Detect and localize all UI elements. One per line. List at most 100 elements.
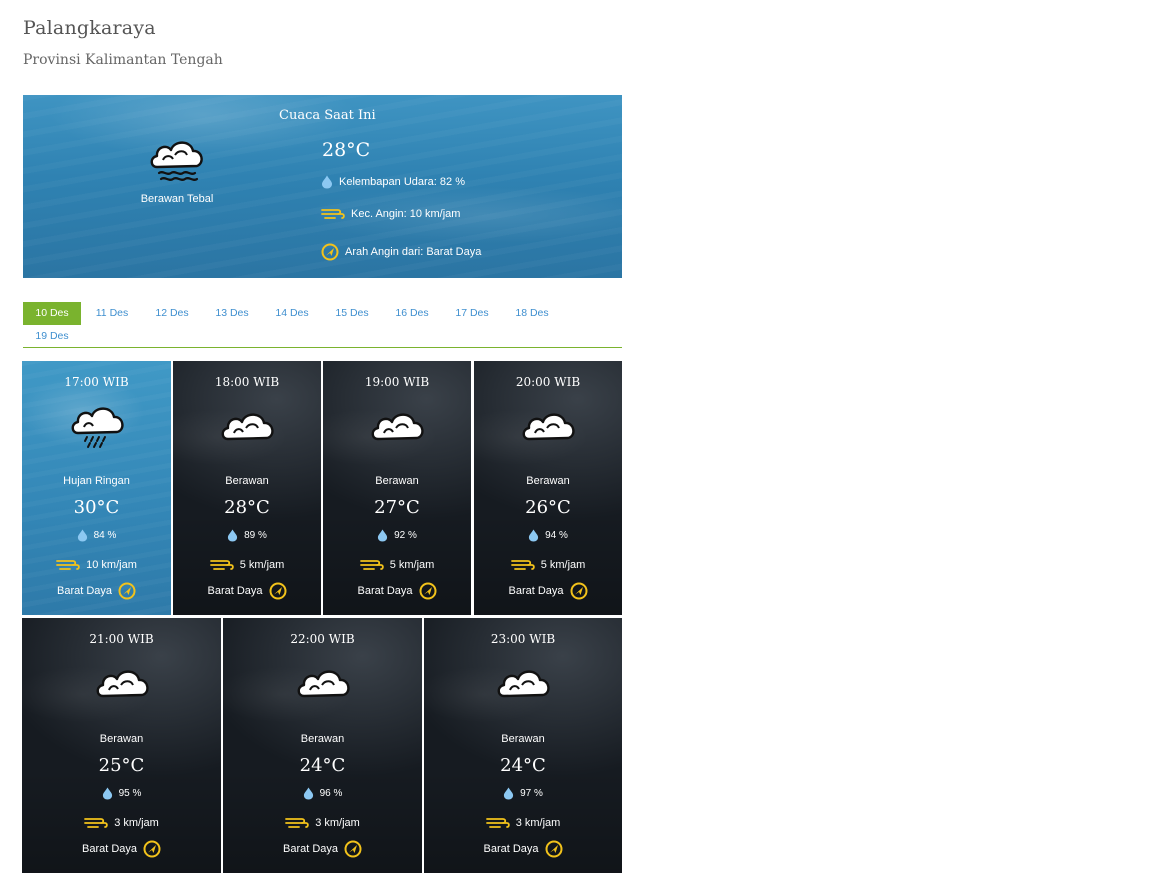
forecast-direction: Barat Daya	[173, 582, 321, 600]
forecast-direction: Barat Daya	[22, 582, 171, 600]
water-drop-icon	[322, 175, 332, 189]
forecast-direction-value: Barat Daya	[81, 843, 138, 855]
forecast-condition: Berawan	[300, 733, 345, 745]
compass-arrow-icon	[545, 840, 563, 858]
forecast-card[interactable]: 19:00 WIB Berawan 27°C 92 % 5 km/jam Bar…	[323, 361, 471, 615]
cloud-icon	[497, 670, 550, 698]
tab-11-des[interactable]: 11 Des	[83, 302, 141, 325]
forecast-time: 21:00 WIB	[89, 632, 154, 646]
forecast-condition: Hujan Ringan	[63, 475, 130, 487]
forecast-wind: 10 km/jam	[22, 559, 171, 571]
wind-icon	[510, 560, 535, 570]
wind-icon	[56, 560, 80, 570]
forecast-time: 22:00 WIB	[290, 632, 355, 646]
cloud-icon	[297, 670, 350, 698]
cloud-icon	[371, 413, 424, 441]
tab-underline	[23, 347, 622, 348]
forecast-humidity: 95 %	[22, 787, 221, 800]
forecast-time: 18:00 WIB	[214, 375, 280, 389]
current-weather-panel: Cuaca Saat Ini Berawan Tebal 28°C Kelemb…	[23, 95, 622, 278]
wind-icon	[285, 818, 309, 828]
forecast-humidity: 97 %	[424, 787, 622, 800]
forecast-wind-value: 5 km/jam	[239, 559, 285, 571]
tab-14-des[interactable]: 14 Des	[263, 302, 321, 325]
forecast-card[interactable]: 23:00 WIB Berawan 24°C 97 % 3 km/jam Bar…	[424, 618, 622, 873]
forecast-temperature: 26°C	[525, 497, 571, 518]
compass-arrow-icon	[118, 582, 136, 600]
forecast-direction: Barat Daya	[22, 840, 221, 858]
tab-10-des[interactable]: 10 Des	[23, 302, 81, 325]
thick-cloud-icon	[150, 141, 203, 181]
tab-17-des[interactable]: 17 Des	[443, 302, 501, 325]
cloud-icon	[96, 670, 149, 698]
tab-16-des[interactable]: 16 Des	[383, 302, 441, 325]
forecast-wind-value: 10 km/jam	[86, 559, 137, 571]
current-humidity-text: Kelembapan Udara: 82 %	[339, 176, 465, 188]
tab-12-des[interactable]: 12 Des	[143, 302, 201, 325]
water-drop-icon	[77, 529, 87, 542]
wind-icon	[359, 560, 384, 570]
province-subtitle: Provinsi Kalimantan Tengah	[23, 52, 223, 68]
water-drop-icon	[529, 529, 539, 542]
current-wind-text: Kec. Angin: 10 km/jam	[351, 208, 461, 220]
current-direction-text: Arah Angin dari: Barat Daya	[345, 246, 482, 258]
forecast-humidity: 89 %	[173, 529, 321, 542]
forecast-humidity-value: 97 %	[520, 788, 543, 799]
forecast-direction-value: Barat Daya	[56, 585, 113, 597]
forecast-temperature: 24°C	[299, 755, 346, 776]
compass-arrow-icon	[143, 840, 161, 858]
forecast-temperature: 27°C	[374, 497, 420, 518]
wind-icon	[209, 560, 234, 570]
rain-cloud-icon	[71, 407, 124, 448]
forecast-humidity: 92 %	[323, 529, 471, 542]
forecast-condition: Berawan	[526, 475, 570, 487]
forecast-card[interactable]: 22:00 WIB Berawan 24°C 96 % 3 km/jam Bar…	[223, 618, 422, 873]
forecast-wind: 5 km/jam	[474, 559, 622, 571]
current-temperature: 28°C	[322, 139, 371, 161]
forecast-wind: 5 km/jam	[323, 559, 471, 571]
current-condition-label: Berawan Tebal	[140, 193, 214, 205]
forecast-humidity-value: 84 %	[93, 530, 117, 541]
forecast-card[interactable]: 18:00 WIB Berawan 28°C 89 % 5 km/jam Bar…	[173, 361, 321, 615]
forecast-card[interactable]: 17:00 WIB Hujan Ringan 30°C 84 % 10 km/j…	[22, 361, 171, 615]
forecast-card[interactable]: 21:00 WIB Berawan 25°C 95 % 3 km/jam Bar…	[22, 618, 221, 873]
forecast-wind-value: 3 km/jam	[315, 817, 360, 829]
city-title: Palangkaraya	[23, 17, 156, 39]
compass-arrow-icon	[269, 582, 287, 600]
current-wind-row: Kec. Angin: 10 km/jam	[321, 208, 460, 220]
tab-19-des[interactable]: 19 Des	[23, 325, 81, 348]
forecast-direction-value: Barat Daya	[207, 585, 263, 597]
forecast-wind: 5 km/jam	[173, 559, 321, 571]
forecast-temperature: 24°C	[500, 755, 546, 776]
forecast-time: 23:00 WIB	[490, 632, 556, 646]
forecast-wind: 3 km/jam	[22, 817, 221, 829]
forecast-temperature: 28°C	[224, 497, 270, 518]
water-drop-icon	[504, 787, 514, 800]
weather-page: Palangkaraya Provinsi Kalimantan Tengah …	[0, 0, 1152, 873]
forecast-wind: 3 km/jam	[424, 817, 622, 829]
cloud-icon	[221, 413, 274, 441]
compass-arrow-icon	[344, 840, 362, 858]
forecast-humidity: 96 %	[223, 787, 422, 800]
compass-arrow-icon	[419, 582, 437, 600]
forecast-humidity-value: 92 %	[394, 530, 417, 541]
compass-arrow-icon	[570, 582, 588, 600]
forecast-wind-value: 5 km/jam	[389, 559, 435, 571]
forecast-wind-value: 5 km/jam	[540, 559, 586, 571]
tab-15-des[interactable]: 15 Des	[323, 302, 381, 325]
forecast-humidity-value: 94 %	[545, 530, 568, 541]
forecast-condition: Berawan	[225, 475, 269, 487]
tab-13-des[interactable]: 13 Des	[203, 302, 261, 325]
forecast-humidity-value: 95 %	[118, 788, 142, 799]
forecast-card[interactable]: 20:00 WIB Berawan 26°C 94 % 5 km/jam Bar…	[474, 361, 622, 615]
forecast-direction-value: Barat Daya	[357, 585, 413, 597]
forecast-wind-value: 3 km/jam	[515, 817, 561, 829]
forecast-direction: Barat Daya	[223, 840, 422, 858]
forecast-time: 20:00 WIB	[515, 375, 581, 389]
compass-arrow-icon	[321, 243, 339, 261]
forecast-direction-value: Barat Daya	[483, 843, 539, 855]
current-direction-row: Arah Angin dari: Barat Daya	[321, 243, 481, 261]
forecast-wind: 3 km/jam	[223, 817, 422, 829]
forecast-humidity: 84 %	[22, 529, 171, 542]
tab-18-des[interactable]: 18 Des	[503, 302, 561, 325]
